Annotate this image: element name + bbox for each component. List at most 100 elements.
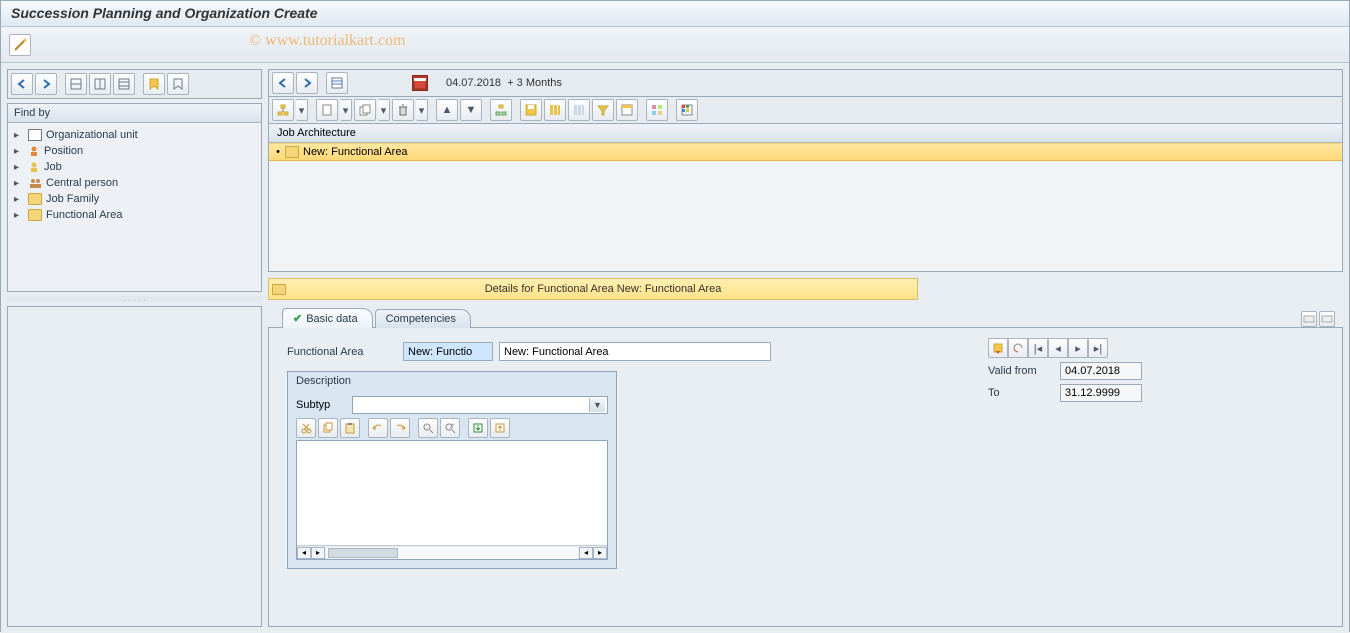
record-nav-buttons: |◂ ◂ ▸ ▸|: [988, 338, 1108, 358]
tree-item-job[interactable]: Job: [10, 159, 259, 175]
scroll-thumb[interactable]: [328, 548, 398, 558]
tab-scroll-left-button[interactable]: [1301, 311, 1317, 327]
valid-to-label: To: [988, 387, 1054, 399]
bookmark-alt-button[interactable]: [167, 73, 189, 95]
grid-view-button[interactable]: [646, 99, 668, 121]
tree-item-label: Organizational unit: [46, 129, 138, 141]
functional-area-label: Functional Area: [287, 346, 397, 358]
find-by-panel: Find by Organizational unit Position Job: [7, 103, 262, 292]
check-icon: ✔: [293, 312, 302, 325]
key-date: 04.07.2018: [446, 77, 501, 89]
date-range-suffix: + 3 Months: [507, 77, 562, 89]
nav-forward-button[interactable]: [296, 72, 318, 94]
tree-item-functional-area[interactable]: Functional Area: [10, 207, 259, 223]
scroll-left-end-button[interactable]: ◂: [579, 547, 593, 559]
valid-from-input[interactable]: [1060, 362, 1142, 380]
details-bar-text: Details for Functional Area New: Functio…: [289, 283, 917, 295]
org-unit-icon: [28, 129, 42, 141]
tree-item-position[interactable]: Position: [10, 143, 259, 159]
nav-forward-button[interactable]: [35, 73, 57, 95]
valid-to-input[interactable]: [1060, 384, 1142, 402]
layout-1-button[interactable]: [65, 73, 87, 95]
scroll-track[interactable]: [326, 547, 578, 559]
functional-area-row: Functional Area: [287, 342, 1324, 361]
wand-icon-button[interactable]: [9, 34, 31, 56]
dropdown-icon: ▼: [589, 398, 605, 412]
find-by-header: Find by: [8, 104, 261, 123]
position-icon: [28, 145, 40, 157]
cut-button[interactable]: [296, 418, 316, 438]
scroll-left-button[interactable]: ◂: [297, 547, 311, 559]
layout-2-button[interactable]: [89, 73, 111, 95]
job-architecture-selected-node[interactable]: • New: Functional Area: [269, 143, 1342, 161]
record-action-1-button[interactable]: [988, 338, 1008, 358]
import-button[interactable]: [468, 418, 488, 438]
functional-area-long-input[interactable]: [499, 342, 771, 361]
tab-basic-data[interactable]: ✔ Basic data: [282, 308, 373, 328]
caret-icon: [14, 145, 24, 157]
functional-area-short-input[interactable]: [403, 342, 493, 361]
org-chart-button[interactable]: [490, 99, 512, 121]
split-handle[interactable]: · · · · ·: [7, 296, 262, 302]
copy-doc-button[interactable]: [354, 99, 376, 121]
report-button[interactable]: [616, 99, 638, 121]
tree-item-job-family[interactable]: Job Family: [10, 191, 259, 207]
record-action-2-button[interactable]: [1008, 338, 1028, 358]
column-config-1-button[interactable]: [544, 99, 566, 121]
delete-menu-button[interactable]: ▾: [416, 99, 428, 121]
paste-button[interactable]: [340, 418, 360, 438]
nav-back-button[interactable]: [272, 72, 294, 94]
calendar-list-button[interactable]: [326, 72, 348, 94]
tree-item-label: Functional Area: [46, 209, 122, 221]
folder-icon: [28, 209, 42, 221]
right-pane: 04.07.2018 + 3 Months ▾ ▾ ▾ ▾ ▲ ▼: [268, 69, 1343, 627]
save-button[interactable]: [520, 99, 542, 121]
record-first-button[interactable]: |◂: [1028, 338, 1048, 358]
scroll-right-inner-button[interactable]: ▸: [311, 547, 325, 559]
left-toolbar: [7, 69, 262, 99]
hierarchy-select-button[interactable]: [272, 99, 294, 121]
tree-item-label: Job Family: [46, 193, 99, 205]
undo-button[interactable]: [368, 418, 388, 438]
caret-icon: [14, 129, 24, 141]
filter-button[interactable]: [592, 99, 614, 121]
find-next-button[interactable]: +: [440, 418, 460, 438]
scroll-right-button[interactable]: ▸: [593, 547, 607, 559]
record-prev-button[interactable]: ◂: [1048, 338, 1068, 358]
redo-button[interactable]: [390, 418, 410, 438]
tree-item-org-unit[interactable]: Organizational unit: [10, 127, 259, 143]
nav-back-button[interactable]: [11, 73, 33, 95]
find-button[interactable]: [418, 418, 438, 438]
description-hscroll[interactable]: ◂ ▸ ◂ ▸: [297, 545, 607, 559]
caret-icon: [14, 161, 24, 173]
record-next-button[interactable]: ▸: [1068, 338, 1088, 358]
watermark: © www.tutorialkart.com: [249, 32, 405, 50]
svg-text:+: +: [451, 423, 455, 429]
folder-icon: [285, 146, 299, 158]
tab-scroll-indicators: [1301, 311, 1335, 327]
export-button[interactable]: [490, 418, 510, 438]
subtyp-combo[interactable]: ▼: [352, 396, 608, 414]
bookmark-button[interactable]: [143, 73, 165, 95]
right-toolbar-row-2: ▾ ▾ ▾ ▾ ▲ ▼: [268, 96, 1343, 124]
description-textarea[interactable]: [297, 441, 607, 545]
move-up-button[interactable]: ▲: [436, 99, 458, 121]
tab-scroll-right-button[interactable]: [1319, 311, 1335, 327]
delete-button[interactable]: [392, 99, 414, 121]
hierarchy-menu-button[interactable]: ▾: [296, 99, 308, 121]
main-area: Find by Organizational unit Position Job: [1, 63, 1349, 633]
create-doc-menu-button[interactable]: ▾: [340, 99, 352, 121]
tree-item-central-person[interactable]: Central person: [10, 175, 259, 191]
create-doc-button[interactable]: [316, 99, 338, 121]
find-by-tree: Organizational unit Position Job Central…: [8, 123, 261, 291]
details-bar: Details for Functional Area New: Functio…: [268, 278, 918, 300]
date-indicator: 04.07.2018 + 3 Months: [446, 77, 562, 89]
column-config-2-button[interactable]: [568, 99, 590, 121]
record-last-button[interactable]: ▸|: [1088, 338, 1108, 358]
copy-doc-menu-button[interactable]: ▾: [378, 99, 390, 121]
move-down-button[interactable]: ▼: [460, 99, 482, 121]
layout-3-button[interactable]: [113, 73, 135, 95]
color-grid-button[interactable]: [676, 99, 698, 121]
copy-button[interactable]: [318, 418, 338, 438]
tab-competencies[interactable]: Competencies: [375, 309, 471, 328]
